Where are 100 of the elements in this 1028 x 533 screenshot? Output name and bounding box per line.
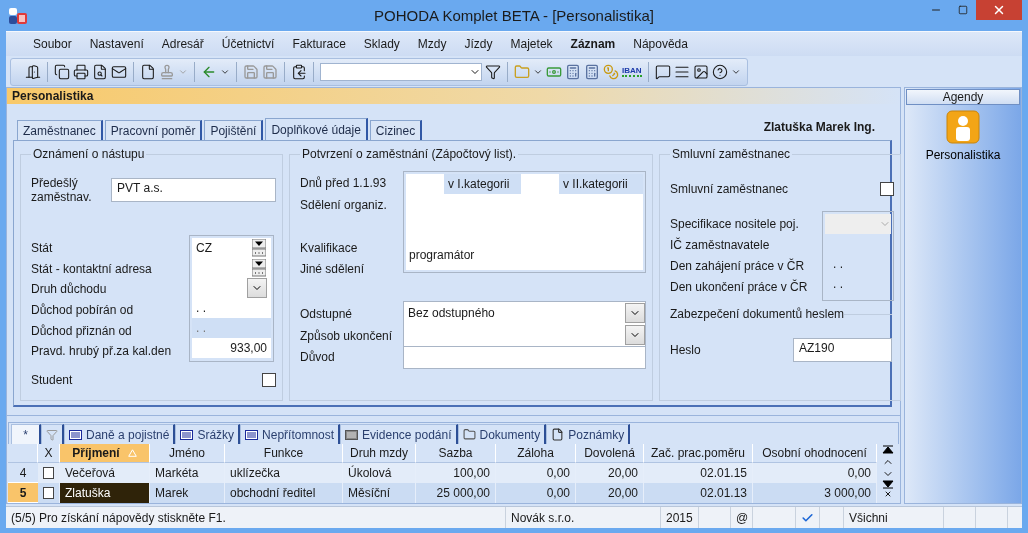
folder-icon[interactable] [514,63,530,80]
menu-item[interactable]: Nastavení [80,37,153,51]
table-cell: Marek [150,483,225,503]
menu-item[interactable]: Soubor [24,37,81,51]
panel-title: Agendy [906,89,1020,105]
checkbox[interactable] [262,372,276,387]
checkbox[interactable] [880,182,894,196]
save-icon[interactable] [243,63,259,80]
tab[interactable]: Nepřítomnost [240,424,341,444]
tab[interactable]: Cizinec [369,120,423,140]
scroll-top-icon[interactable] [880,444,895,456]
column-header[interactable]: X [38,444,60,463]
menu-item[interactable]: Sklady [354,37,409,51]
filter-icon [46,428,58,441]
column-header[interactable]: Dovolená [576,444,644,463]
menu-item[interactable]: Záznam [561,37,625,51]
calculator-icon[interactable] [565,63,581,80]
lookup-field[interactable]: CZ [192,238,271,258]
lookup-button[interactable] [251,238,267,258]
iban-label[interactable]: IBAN [622,66,642,77]
column-header[interactable]: Příjmení [60,444,150,463]
date-field[interactable]: . . [825,274,891,294]
qualification-value: programátor [409,248,475,262]
clipboard-icon[interactable] [291,63,307,80]
table-cell: 02.01.13 [644,483,753,503]
menu-item[interactable]: Jízdy [455,37,502,51]
column-header[interactable]: Osobní ohodnocení [753,444,877,463]
close-button[interactable] [976,0,1022,20]
agenda-item[interactable]: Personalistika [925,110,1001,162]
close-icon[interactable] [883,490,892,498]
envelope-icon[interactable] [111,63,127,80]
tab[interactable]: Daně a pojistné [64,424,176,444]
menu-item[interactable]: Účetnictví [212,37,284,51]
checkbox[interactable] [43,467,54,479]
column-header[interactable]: Zač. prac.poměru [644,444,753,463]
tab[interactable]: Pojištění [204,120,264,140]
dropdown-button[interactable] [625,325,645,345]
print-preview-icon[interactable] [92,63,108,80]
tab[interactable]: Doplňkové údaje [265,118,368,140]
field-label: Druh důchodu [31,282,107,297]
page-icon[interactable] [140,63,156,80]
tab[interactable]: Poznámky [546,424,631,444]
field-label: Den zahájení práce v ČR [670,258,805,273]
checkbox[interactable] [43,487,54,499]
field-label: Důvod [300,350,335,364]
image-icon[interactable] [692,63,709,80]
input-field[interactable] [521,174,559,194]
tab[interactable]: Evidence podání [340,424,458,444]
column-header[interactable]: Sazba [416,444,496,463]
exit-door-icon[interactable] [25,63,41,80]
number-field[interactable]: 933,00 [192,338,271,358]
column-header[interactable]: Záloha [496,444,576,463]
input-field[interactable] [404,346,645,368]
tab[interactable]: Dokumenty [457,424,547,444]
copy-icon[interactable] [54,63,70,80]
scroll-bottom-icon[interactable] [880,480,895,490]
menu-item[interactable]: Nápověda [624,37,697,51]
calculator-icon[interactable] [584,63,600,80]
page-icon [551,428,565,441]
combo-field[interactable] [404,324,645,346]
help-icon[interactable] [711,63,728,80]
group-title: Oznámení o nástupu [32,147,146,161]
tab[interactable]: * [11,424,41,444]
password-field[interactable]: AZ190 [793,338,892,362]
menu-item[interactable]: Majetek [501,37,562,51]
search-combo-field[interactable] [320,62,482,81]
coins-icon[interactable] [603,63,619,80]
combo-field[interactable] [825,214,891,234]
menu-item[interactable]: Fakturace [283,37,355,51]
tab[interactable]: Pracovní poměr [104,120,203,140]
column-header[interactable]: Druh mzdy [343,444,416,463]
lookup-button[interactable] [251,258,267,278]
message-icon[interactable] [654,63,671,80]
category-label: v I.kategorii [444,174,521,194]
field-label: Jiné sdělení [300,262,365,276]
table-cell: 0,00 [753,463,877,483]
table-cell: 20,00 [576,463,644,483]
save-icon[interactable] [262,63,278,80]
date-field[interactable]: . . [825,254,891,274]
filter-icon[interactable] [485,63,501,80]
list-icon [180,429,194,440]
input-field[interactable] [406,174,444,194]
field-label: Student [31,372,73,387]
window-title: POHODA Komplet BETA - [Personalistika] [374,7,654,24]
input-field[interactable]: PVT a.s. [111,178,276,202]
tab[interactable]: Srážky [175,424,241,444]
tab[interactable]: Zaměstnanec [17,120,103,140]
field-label: Důchod přiznán od [31,323,132,338]
table-cell: 3 000,00 [753,483,877,503]
column-header[interactable]: Jméno [150,444,225,463]
tab[interactable] [41,424,64,444]
menu-item[interactable]: Adresář [152,37,213,51]
dropdown-button[interactable] [625,303,645,323]
column-header[interactable]: Funkce [225,444,343,463]
printer-icon[interactable] [73,63,89,80]
group-title: Zabezpečení dokumentů heslem [670,307,845,321]
row-number[interactable]: 5 [8,483,38,503]
combo-field[interactable]: Bez odstupného [404,302,645,324]
menu-item[interactable]: Mzdy [408,37,456,51]
date-field[interactable]: . . [192,298,271,318]
